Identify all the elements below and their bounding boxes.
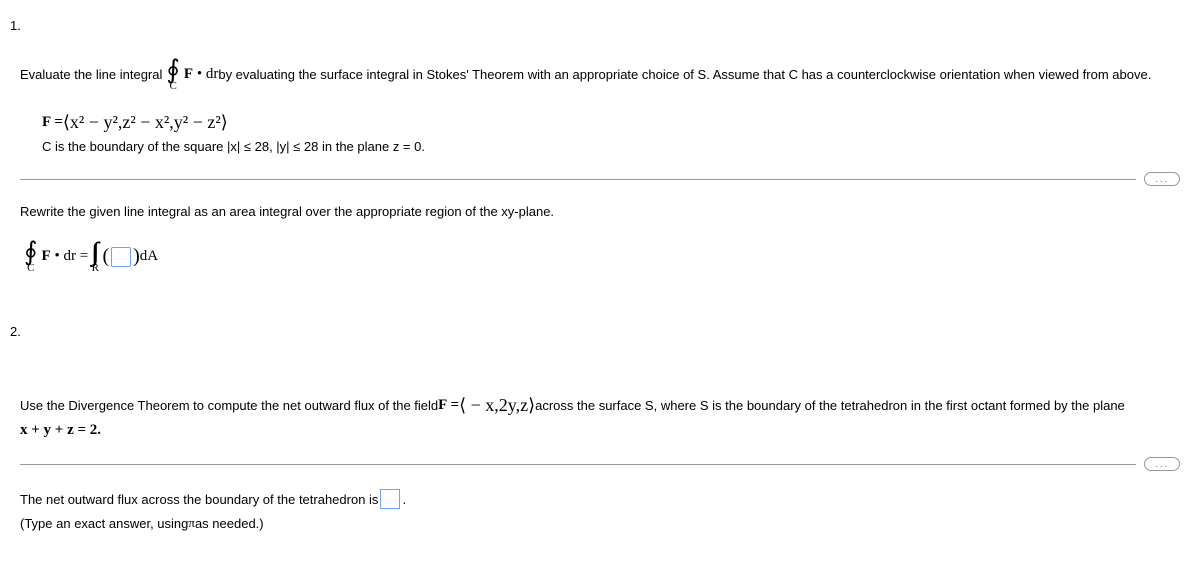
integrand-1: F • dr [184, 66, 218, 83]
q1-text1a: Evaluate the line integral [20, 67, 162, 82]
q1-body: Evaluate the line integral ∮ C F • dr by… [20, 57, 1190, 154]
q2-ans-line: The net outward flux across the boundary… [20, 489, 1190, 509]
q1-rewrite-text: Rewrite the given line integral as an ar… [20, 204, 1190, 219]
paren-open: ( [102, 245, 109, 268]
q2-plane: x + y + z = 2. [20, 422, 1190, 439]
double-integral-icon: ∫∫ R [91, 239, 99, 274]
pi-symbol: π [188, 515, 195, 531]
q2-text1b: across the surface S, where S is the bou… [535, 398, 1125, 413]
q2-answer: The net outward flux across the boundary… [20, 489, 1190, 531]
dA-label: dA [140, 248, 158, 265]
q1-text1b: by evaluating the surface integral in St… [218, 67, 1151, 82]
q1-equation: ∮ C F • dr = ∫∫ R ( ) dA [20, 239, 1190, 274]
q2-line1: Use the Divergence Theorem to compute th… [20, 395, 1190, 416]
q1-rewrite: Rewrite the given line integral as an ar… [20, 204, 1190, 274]
q1-line1: Evaluate the line integral ∮ C F • dr by… [20, 57, 1190, 92]
divider-1: ... [20, 172, 1180, 186]
ellipsis-pill-2[interactable]: ... [1144, 457, 1180, 471]
q1-C-def: C is the boundary of the square |x| ≤ 28… [42, 139, 1190, 154]
paren-close: ) [133, 245, 140, 268]
question-number-1: 1. [10, 18, 1190, 33]
vector-F: ⟨x² − y²,z² − x²,y² − z²⟩ [63, 112, 228, 133]
q2-body: Use the Divergence Theorem to compute th… [20, 395, 1190, 439]
question-number-2: 2. [10, 324, 1190, 339]
closed-integral-icon: ∮ C [166, 57, 180, 92]
closed-integral-icon-2: ∮ C [24, 239, 38, 274]
ellipsis-pill[interactable]: ... [1144, 172, 1180, 186]
divider-2: ... [20, 457, 1180, 471]
q2-hint: (Type an exact answer, using π as needed… [20, 515, 1190, 531]
answer-input-1[interactable] [111, 247, 131, 267]
q1-F-def: F = ⟨x² − y²,z² − x²,y² − z²⟩ [42, 112, 1190, 133]
q2-text1a: Use the Divergence Theorem to compute th… [20, 398, 438, 413]
answer-input-2[interactable] [380, 489, 400, 509]
vector-F-2: ⟨ − x,2y,z⟩ [459, 395, 535, 416]
